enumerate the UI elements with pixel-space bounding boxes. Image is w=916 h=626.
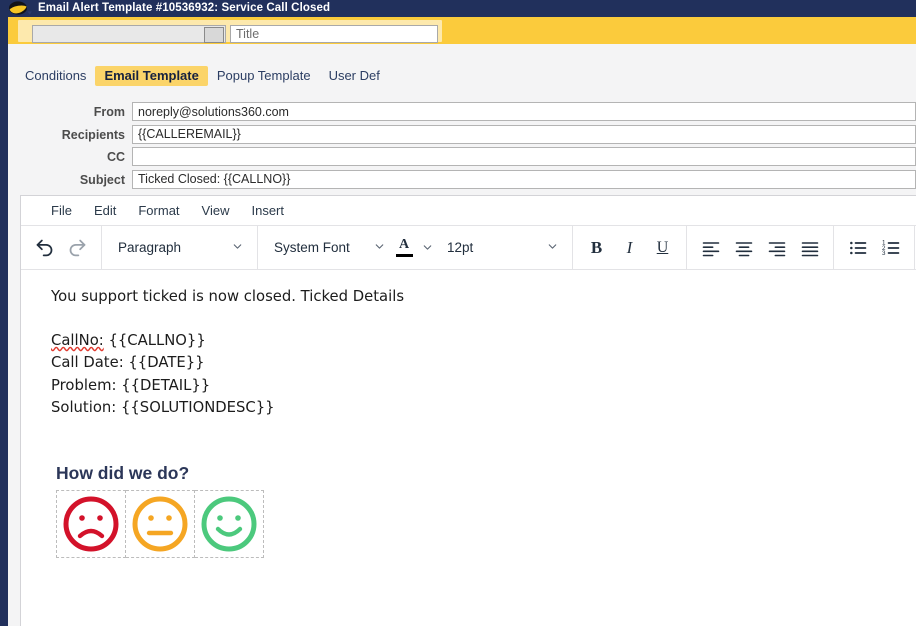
tab-popup-template[interactable]: Popup Template [208,66,320,86]
redo-icon[interactable] [61,233,94,263]
from-label: From [93,105,125,119]
happy-face-icon[interactable] [199,494,259,554]
body-line-callno-value: {{CALLNO}} [103,332,206,350]
bullet-list-icon[interactable] [841,233,874,263]
header-banner-inner [18,20,442,43]
recipients-label: Recipients [61,127,125,142]
align-left-icon[interactable] [694,233,727,263]
tab-conditions[interactable]: Conditions [16,66,95,86]
sad-face-icon[interactable] [61,494,121,554]
survey-cell-neutral[interactable] [125,490,195,559]
align-justify-icon[interactable] [793,233,826,263]
editor-content-area[interactable]: You support ticked is now closed. Ticked… [21,270,916,559]
body-line-problem-label: Problem: [51,376,117,394]
numbered-list-icon[interactable]: 1 2 3 [874,233,907,263]
survey-cell-sad[interactable] [56,490,126,559]
toolbar-group-align [687,226,834,269]
neutral-face-icon[interactable] [130,494,190,554]
cc-input[interactable] [132,147,916,167]
body-line-calldate: Call Date: {{DATE}} [51,352,896,374]
rich-text-editor: File Edit Format View Insert Paragraph S… [20,195,916,626]
tab-user-def[interactable]: User Def [320,66,389,86]
email-header-fields: From Recipients CC Subject [8,102,916,192]
align-center-icon[interactable] [727,233,760,263]
survey-cell-happy[interactable] [194,490,264,559]
svg-text:3: 3 [882,250,886,257]
chevron-down-icon [373,240,386,256]
body-blank-line [51,308,896,330]
table-row [56,490,264,559]
text-color-chevron-down-icon[interactable] [416,233,438,263]
chevron-down-icon [546,240,559,256]
from-input[interactable] [132,102,916,121]
text-color-swatch [395,254,413,257]
body-line-callno-label: CallNo: [51,332,104,350]
font-size-value: 12pt [447,240,474,255]
field-row-cc: CC [8,147,916,170]
editor-toolbar: Paragraph System Font A 12pt B I U 1 2 3 [21,225,916,270]
left-edge-rail [0,0,8,626]
title-input[interactable] [230,25,438,43]
tab-bar: Conditions Email Template Popup Template… [16,66,389,86]
editor-menubar: File Edit Format View Insert [21,196,916,225]
template-select[interactable] [32,25,226,43]
application-window: Email Alert Template #10536932: Service … [0,0,916,626]
chevron-down-icon [231,240,244,256]
dropdown-button-icon[interactable] [204,27,224,43]
body-line-problem: Problem: {{DETAIL}} [51,375,896,397]
field-row-recipients: Recipients [8,124,916,148]
menu-view[interactable]: View [191,200,241,221]
toolbar-group-font: System Font A 12pt [258,226,573,269]
italic-button[interactable]: I [613,233,646,263]
window-title: Email Alert Template #10536932: Service … [38,2,331,14]
toolbar-group-blockformat: Paragraph [102,226,258,269]
body-line-calldate-label: Call Date: [51,354,124,372]
menu-file[interactable]: File [40,200,83,221]
body-line-solution-label: Solution: [51,398,117,416]
font-family-select[interactable]: System Font [265,233,392,263]
block-format-select[interactable]: Paragraph [109,233,250,263]
page-body: Conditions Email Template Popup Template… [8,44,916,626]
body-line-solution: Solution: {{SOLUTIONDESC}} [51,397,896,419]
menu-edit[interactable]: Edit [83,200,127,221]
font-family-value: System Font [274,240,350,255]
font-size-select[interactable]: 12pt [438,233,565,263]
body-line-callno: CallNo: {{CALLNO}} [51,330,896,352]
underline-button[interactable]: U [646,233,679,263]
menu-format[interactable]: Format [127,200,190,221]
field-row-from: From [8,102,916,125]
text-color-icon[interactable]: A [392,233,416,263]
survey-face-table [56,490,264,559]
body-intro: You support ticked is now closed. Ticked… [51,288,405,305]
toolbar-group-history [21,226,102,269]
tab-email-template[interactable]: Email Template [95,66,208,86]
header-banner [8,17,916,44]
toolbar-group-style: B I U [573,226,687,269]
subject-label: Subject [79,172,125,187]
body-line-calldate-value: {{DATE}} [123,354,205,372]
subject-input[interactable] [132,169,916,189]
undo-icon[interactable] [28,233,61,263]
solutions360-sphere-logo-icon [8,1,34,16]
menu-insert[interactable]: Insert [240,200,295,221]
bold-button[interactable]: B [580,233,613,263]
field-row-subject: Subject [8,169,916,193]
window-titlebar: Email Alert Template #10536932: Service … [0,0,916,17]
recipients-input[interactable] [132,124,916,144]
survey-heading: How did we do? [56,463,190,484]
block-format-value: Paragraph [118,240,182,255]
toolbar-group-lists: 1 2 3 [834,226,915,269]
cc-label: CC [106,150,125,165]
body-line-problem-value: {{DETAIL}} [116,376,211,394]
body-line-solution-value: {{SOLUTIONDESC}} [116,398,275,416]
align-right-icon[interactable] [760,233,793,263]
